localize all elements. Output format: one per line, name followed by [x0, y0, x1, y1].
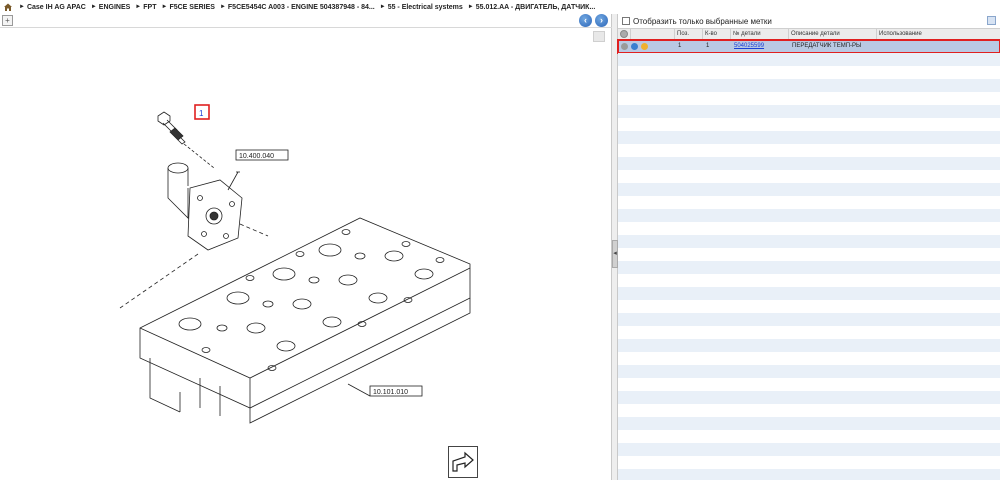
column-header-part-no[interactable]: № детали	[730, 29, 788, 40]
column-header-qty[interactable]: К-во	[702, 29, 730, 40]
empty-row	[618, 196, 1000, 209]
empty-row	[618, 430, 1000, 443]
empty-row	[618, 118, 1000, 131]
breadcrumb-item-0[interactable]: ► Case IH AG APAC	[19, 4, 86, 11]
empty-row	[618, 300, 1000, 313]
hotspot-1[interactable]: 1	[194, 104, 210, 120]
breadcrumb-label: FPT	[143, 3, 157, 11]
show-selected-checkbox[interactable]	[622, 17, 630, 25]
empty-row	[618, 157, 1000, 170]
nav-arrow-icon	[452, 451, 474, 472]
breadcrumb-label: 55 - Electrical systems	[387, 3, 463, 11]
column-header-description[interactable]: Описание детали	[788, 29, 876, 40]
column-actions	[630, 29, 674, 40]
back-arrow-icon[interactable]: ‹	[579, 14, 592, 27]
empty-row	[618, 326, 1000, 339]
empty-row	[618, 456, 1000, 469]
breadcrumb: ► Case IH AG APAC ► ENGINES ► FPT ► F5CE SER…	[0, 0, 1000, 14]
empty-row	[618, 261, 1000, 274]
empty-row	[618, 365, 1000, 378]
column-settings[interactable]	[618, 29, 630, 40]
show-selected-label: Отобразить только выбранные метки	[633, 16, 772, 26]
callout-10-101-010[interactable]: 10.101.010	[369, 385, 423, 397]
empty-row	[618, 131, 1000, 144]
breadcrumb-item-4[interactable]: ► F5CE5454C A003 - ENGINE 504387948 - 84.…	[220, 4, 375, 11]
column-header-pos[interactable]: Поз.	[674, 29, 702, 40]
breadcrumb-item-2[interactable]: ► FPT	[135, 4, 156, 11]
breadcrumb-label: ENGINES	[98, 3, 131, 11]
cart-icon[interactable]	[641, 43, 648, 50]
breadcrumb-item-6[interactable]: ► 55.012.AA - ДВИГАТЕЛЬ, ДАТЧИК...	[468, 4, 596, 11]
empty-row	[618, 105, 1000, 118]
export-icon[interactable]	[987, 16, 996, 25]
empty-row	[618, 287, 1000, 300]
info-icon[interactable]	[621, 43, 628, 50]
empty-row	[618, 209, 1000, 222]
forward-arrow-icon[interactable]: ›	[595, 14, 608, 27]
breadcrumb-item-1[interactable]: ► ENGINES	[91, 4, 130, 11]
home-icon[interactable]	[3, 2, 13, 12]
cell-qty: 1	[706, 43, 710, 49]
exploded-parts-drawing: 10.400.040 10.101.010 1	[119, 104, 471, 424]
cell-usage	[878, 40, 880, 53]
gear-icon	[620, 30, 628, 38]
cell-pos: 1	[678, 43, 682, 49]
empty-row	[618, 92, 1000, 105]
hotspot-label: 1	[199, 109, 204, 118]
illustration-viewer: + ‹ › 10.400.040 10.101.010 1	[0, 14, 612, 480]
empty-row	[618, 391, 1000, 404]
parts-list-panel: Отобразить только выбранные метки Поз. К…	[617, 14, 1000, 480]
empty-row	[618, 352, 1000, 365]
part-number-link[interactable]: 504025599	[734, 43, 764, 49]
empty-row	[618, 66, 1000, 79]
empty-row	[618, 274, 1000, 287]
empty-row	[618, 144, 1000, 157]
breadcrumb-item-3[interactable]: ► F5CE SERIES	[161, 4, 214, 11]
callout-label: 10.400.040	[239, 153, 274, 160]
viewer-toolbar: + ‹ ›	[0, 14, 612, 28]
empty-row	[618, 404, 1000, 417]
globe-icon[interactable]	[631, 43, 638, 50]
empty-row	[618, 53, 1000, 66]
parts-table-header: Поз. К-во № детали Описание детали Испол…	[618, 28, 1000, 40]
breadcrumb-label: F5CE5454C A003 - ENGINE 504387948 - 84..…	[227, 3, 375, 11]
empty-row	[618, 235, 1000, 248]
filter-row: Отобразить только выбранные метки	[618, 14, 1000, 28]
temperature-sensor-drawing	[157, 111, 186, 145]
callout-10-400-040[interactable]: 10.400.040	[235, 149, 289, 161]
navigation-thumbnail[interactable]	[448, 446, 478, 478]
empty-row	[618, 313, 1000, 326]
thermostat-housing-drawing	[167, 162, 243, 251]
zoom-toggle-button[interactable]: +	[2, 15, 13, 26]
breadcrumb-item-5[interactable]: ► 55 - Electrical systems	[380, 4, 463, 11]
parts-table-body: 1 1 504025599 ПЕРЕДАТЧИК ТЕМП-РЫ	[617, 39, 1000, 480]
breadcrumb-label: 55.012.AA - ДВИГАТЕЛЬ, ДАТЧИК...	[475, 3, 596, 11]
empty-row	[618, 170, 1000, 183]
breadcrumb-label: F5CE SERIES	[169, 3, 215, 11]
column-header-usage[interactable]: Использование	[876, 29, 1000, 40]
cell-description: ПЕРЕДАТЧИК ТЕМП-РЫ	[792, 43, 862, 49]
empty-row	[618, 443, 1000, 456]
empty-row	[618, 378, 1000, 391]
empty-row	[618, 79, 1000, 92]
empty-row	[618, 417, 1000, 430]
empty-row	[618, 183, 1000, 196]
empty-row	[618, 339, 1000, 352]
cell-part-no: 504025599	[732, 40, 764, 53]
empty-row	[618, 469, 1000, 480]
breadcrumb-label: Case IH AG APAC	[26, 3, 86, 11]
empty-row	[618, 222, 1000, 235]
empty-row	[618, 248, 1000, 261]
table-row[interactable]: 1 1 504025599 ПЕРЕДАТЧИК ТЕМП-РЫ	[617, 39, 1000, 54]
callout-label: 10.101.010	[373, 389, 408, 396]
